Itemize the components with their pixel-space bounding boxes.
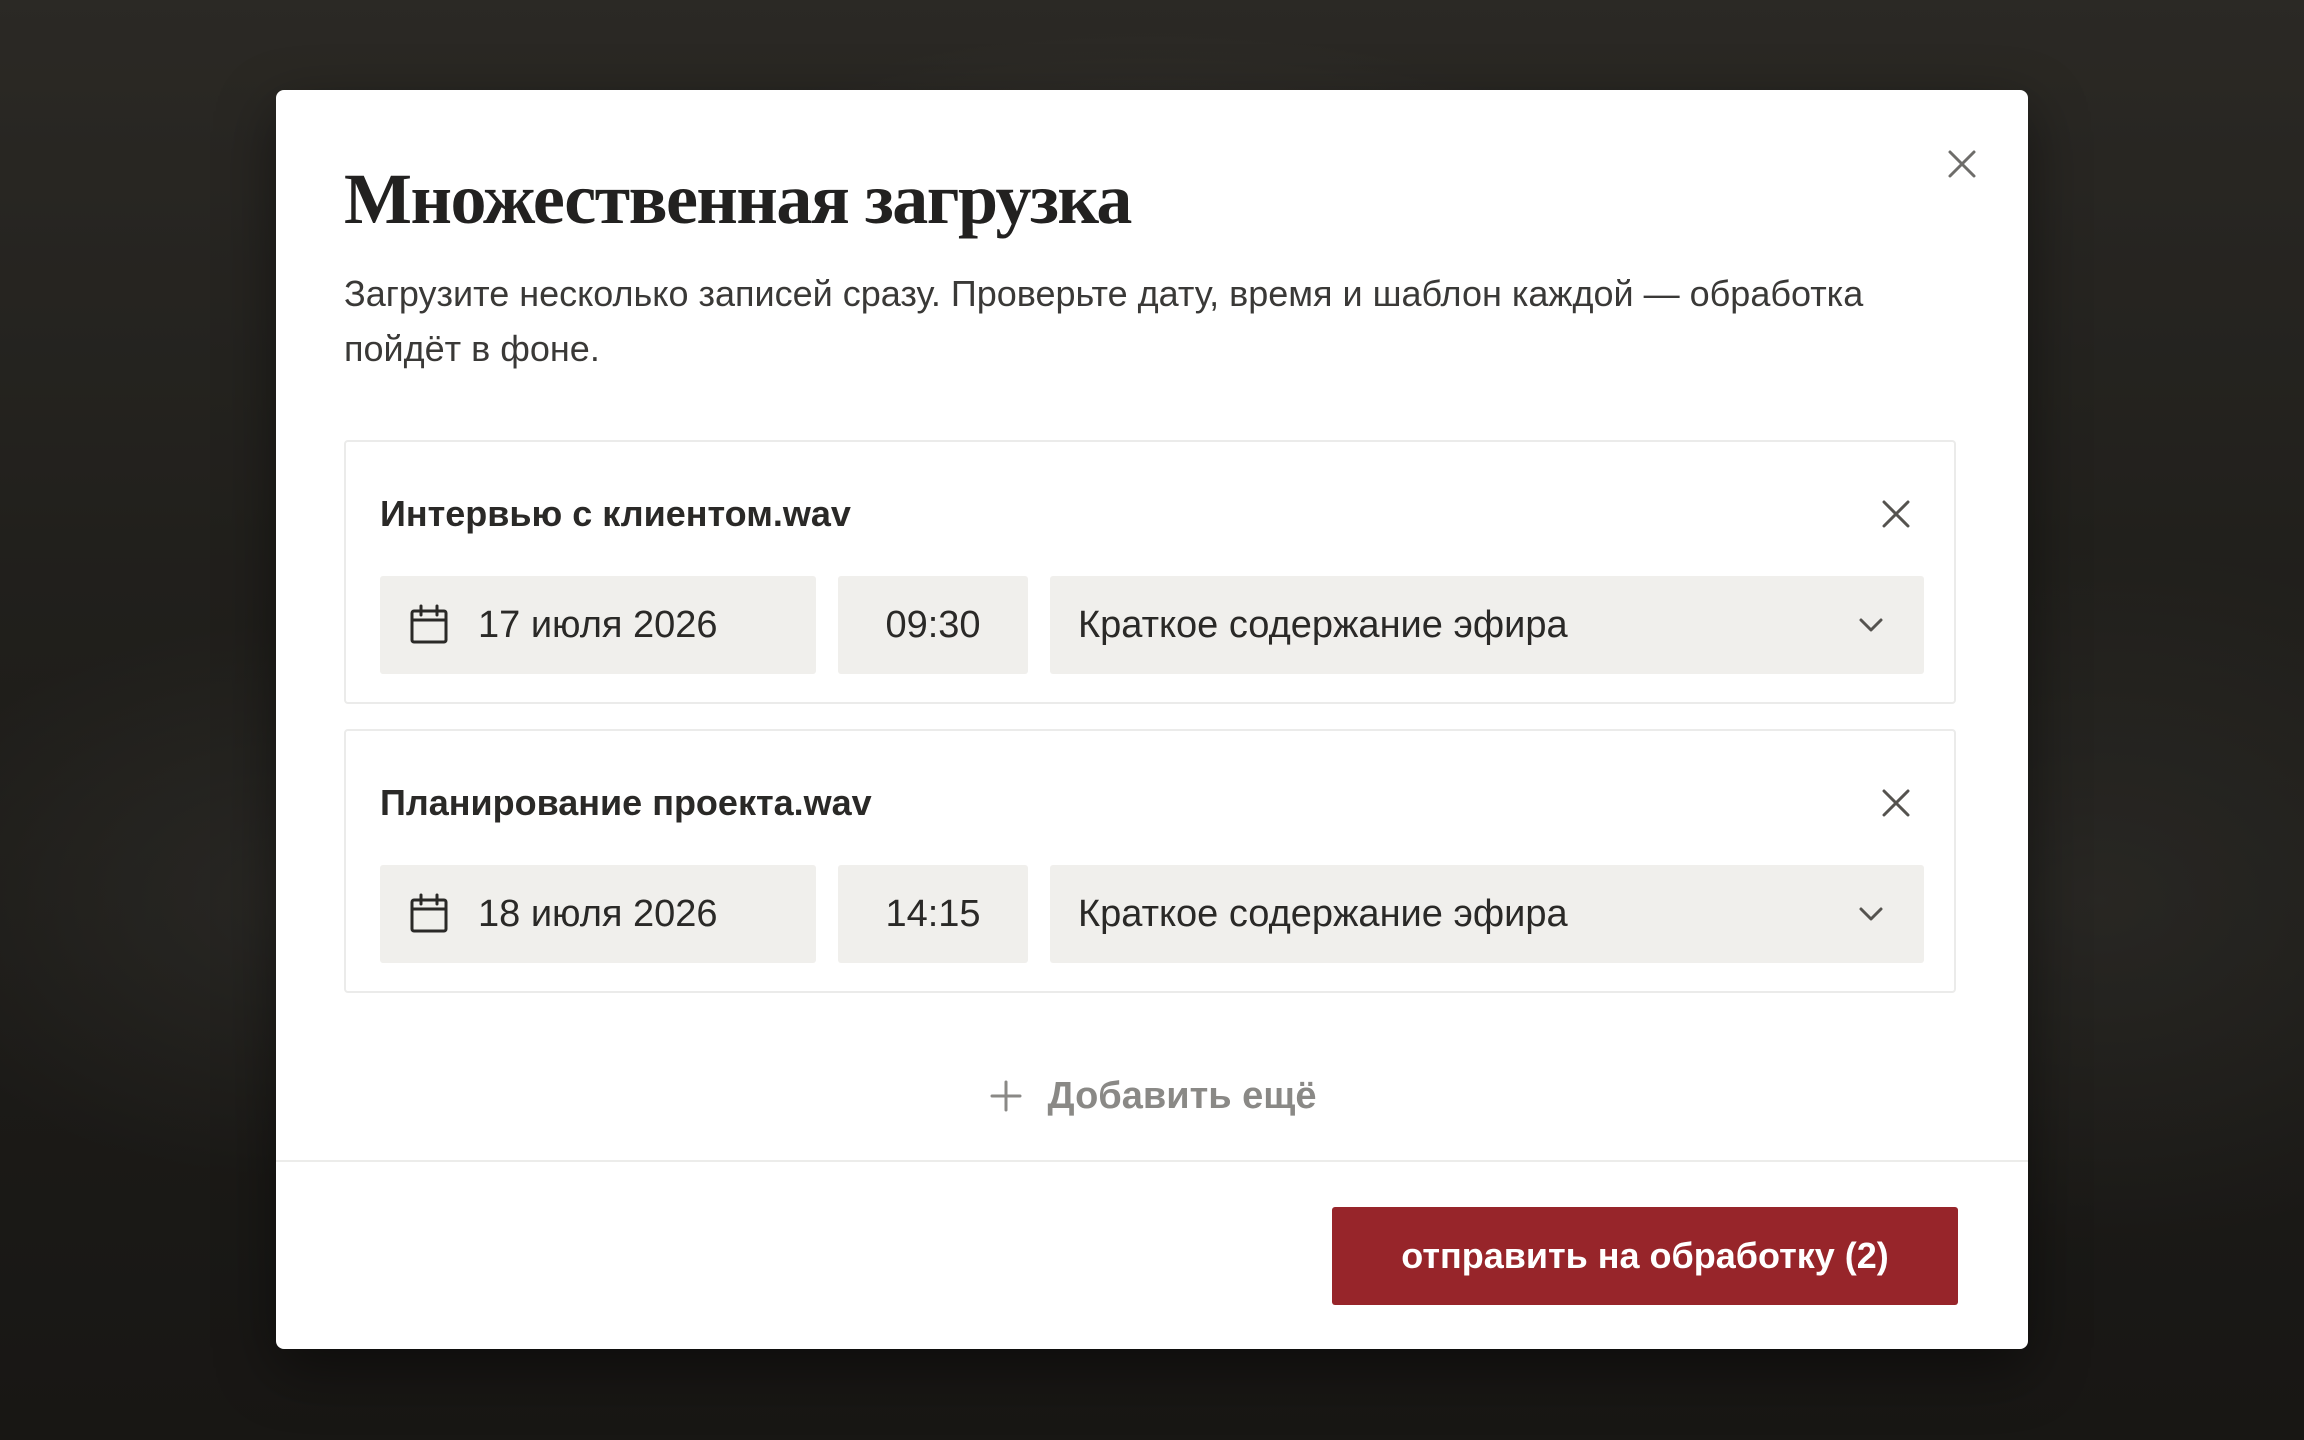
close-icon (1945, 147, 1979, 181)
dialog-title: Множественная загрузка (344, 159, 1132, 239)
calendar-icon (408, 893, 450, 935)
time-field[interactable]: 14:15 (838, 865, 1028, 963)
date-value: 17 июля 2026 (478, 603, 718, 646)
add-more-button[interactable]: Добавить ещё (276, 1068, 2028, 1124)
template-select[interactable]: Краткое содержание эфира (1050, 865, 1924, 963)
file-card: Планирование проекта.wav 18 июля 2026 14… (344, 729, 1956, 993)
footer-divider (276, 1160, 2028, 1162)
file-name: Планирование проекта.wav (380, 782, 872, 823)
date-value: 18 июля 2026 (478, 892, 718, 935)
template-select[interactable]: Краткое содержание эфира (1050, 576, 1924, 674)
dialog-close-button[interactable] (1938, 140, 1986, 188)
dialog-subtitle: Загрузите несколько записей сразу. Прове… (344, 273, 1864, 369)
close-icon (1880, 498, 1912, 530)
bulk-upload-dialog: Множественная загрузка Загрузите несколь… (276, 90, 2028, 1349)
chevron-down-icon (1854, 897, 1888, 931)
template-value: Краткое содержание эфира (1078, 892, 1568, 935)
template-value: Краткое содержание эфира (1078, 603, 1568, 646)
time-value: 14:15 (885, 892, 981, 935)
submit-button[interactable]: отправить на обработку (2) (1332, 1207, 1958, 1305)
date-picker[interactable]: 18 июля 2026 (380, 865, 816, 963)
date-picker[interactable]: 17 июля 2026 (380, 576, 816, 674)
add-more-label: Добавить ещё (1047, 1074, 1317, 1117)
chevron-down-icon (1854, 608, 1888, 642)
file-name: Интервью с клиентом.wav (380, 493, 851, 534)
calendar-icon (408, 604, 450, 646)
remove-file-button[interactable] (1874, 781, 1918, 825)
close-icon (1880, 787, 1912, 819)
remove-file-button[interactable] (1874, 492, 1918, 536)
file-card: Интервью с клиентом.wav 17 июля 2026 09:… (344, 440, 1956, 704)
time-value: 09:30 (885, 603, 981, 646)
plus-icon (988, 1078, 1024, 1114)
time-field[interactable]: 09:30 (838, 576, 1028, 674)
